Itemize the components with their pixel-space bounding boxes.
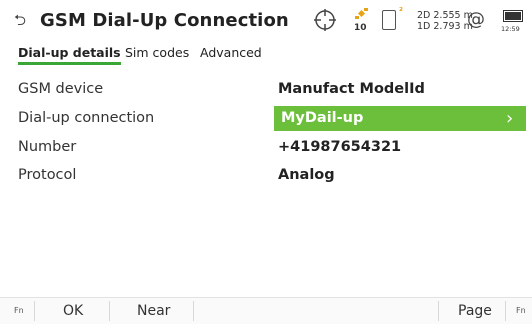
position-precision[interactable]: 2D 2.555 m 1D 2.793 m	[417, 10, 473, 32]
row-value: Manufact ModelId	[278, 81, 425, 97]
satellite-icon	[355, 8, 368, 19]
device-icon[interactable]	[382, 10, 396, 30]
row-label: Number	[18, 139, 77, 155]
row-label: Dial-up connection	[18, 110, 155, 126]
row-value: +41987654321	[278, 139, 402, 155]
tab-dial-up-details[interactable]: Dial-up details	[18, 45, 121, 65]
softkey-divider	[193, 301, 194, 321]
tab-advanced[interactable]: Advanced	[200, 45, 262, 60]
precision-1d: 1D 2.793 m	[417, 21, 473, 32]
row-value: Analog	[278, 167, 335, 183]
row-gsm-device[interactable]: GSM device Manufact ModelId	[0, 77, 532, 103]
title-bar: ⮌ GSM Dial-Up Connection 10 ² 2D 2.555 m…	[0, 0, 532, 44]
row-dial-up-connection[interactable]: Dial-up connection MyDail-up ›	[0, 106, 532, 132]
device-signal-mark: ²	[399, 7, 403, 17]
row-label: GSM device	[18, 81, 104, 97]
crosshair-icon[interactable]	[313, 8, 337, 32]
near-button[interactable]: Near	[137, 298, 170, 324]
softkey-divider	[438, 301, 439, 321]
softkey-divider	[109, 301, 110, 321]
satellite-status[interactable]: 10	[354, 7, 370, 37]
fn-left-key[interactable]: Fn	[14, 298, 24, 324]
row-value: MyDail-up	[281, 110, 364, 126]
row-label: Protocol	[18, 167, 77, 183]
precision-2d: 2D 2.555 m	[417, 10, 473, 21]
battery-icon[interactable]	[503, 10, 523, 22]
softkey-bar: Fn OK Near Page Fn	[0, 297, 532, 324]
chevron-right-icon[interactable]: ›	[506, 108, 513, 129]
softkey-divider	[34, 301, 35, 321]
clock: 12:59	[501, 25, 520, 33]
page-button[interactable]: Page	[458, 298, 492, 324]
fn-right-key[interactable]: Fn	[516, 298, 526, 324]
softkey-divider	[505, 301, 506, 321]
tab-sim-codes[interactable]: Sim codes	[125, 45, 189, 60]
row-protocol[interactable]: Protocol Analog	[0, 163, 532, 189]
back-arrow-icon[interactable]: ⮌	[14, 10, 26, 35]
row-number[interactable]: Number +41987654321	[0, 135, 532, 161]
page-title: GSM Dial-Up Connection	[40, 10, 289, 31]
satellite-count: 10	[354, 23, 367, 33]
connection-at-icon[interactable]: @	[467, 9, 485, 30]
ok-button[interactable]: OK	[63, 298, 83, 324]
